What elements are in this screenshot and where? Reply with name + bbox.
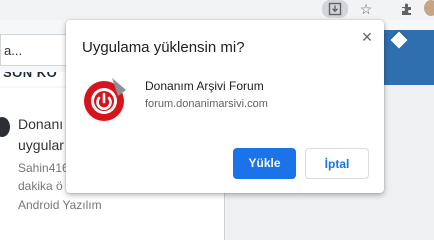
install-button[interactable]: Yükle — [233, 148, 296, 179]
app-logo-icon — [82, 76, 128, 122]
extensions-icon — [402, 3, 411, 15]
close-icon[interactable]: × — [357, 27, 377, 47]
post-title-line2[interactable]: uygular — [18, 137, 64, 153]
profile-avatar[interactable] — [424, 0, 434, 16]
post-author-avatar — [0, 117, 10, 137]
section-title: SON KO — [0, 72, 66, 86]
post-title-line1[interactable]: Donanı — [18, 116, 63, 132]
install-app-icon[interactable] — [322, 0, 348, 18]
puzzle-icon[interactable] — [396, 0, 418, 18]
post-time: dakika ö — [18, 179, 63, 193]
install-arrow-icon — [328, 2, 342, 16]
cancel-button[interactable]: İptal — [305, 148, 369, 179]
star-icon[interactable]: ☆ — [355, 0, 377, 18]
post-author[interactable]: Sahin416 — [18, 161, 69, 175]
app-url: forum.donanimarsivi.com — [145, 98, 268, 110]
app-name: Donanım Arşivi Forum — [145, 79, 264, 93]
browser-toolbar: ☆ — [0, 0, 434, 20]
install-app-dialog: Uygulama yüklensin mi? × Donanım Arşivi … — [66, 20, 408, 193]
dialog-title: Uygulama yüklensin mi? — [82, 39, 245, 56]
post-category[interactable]: Android Yazılım — [18, 198, 102, 212]
